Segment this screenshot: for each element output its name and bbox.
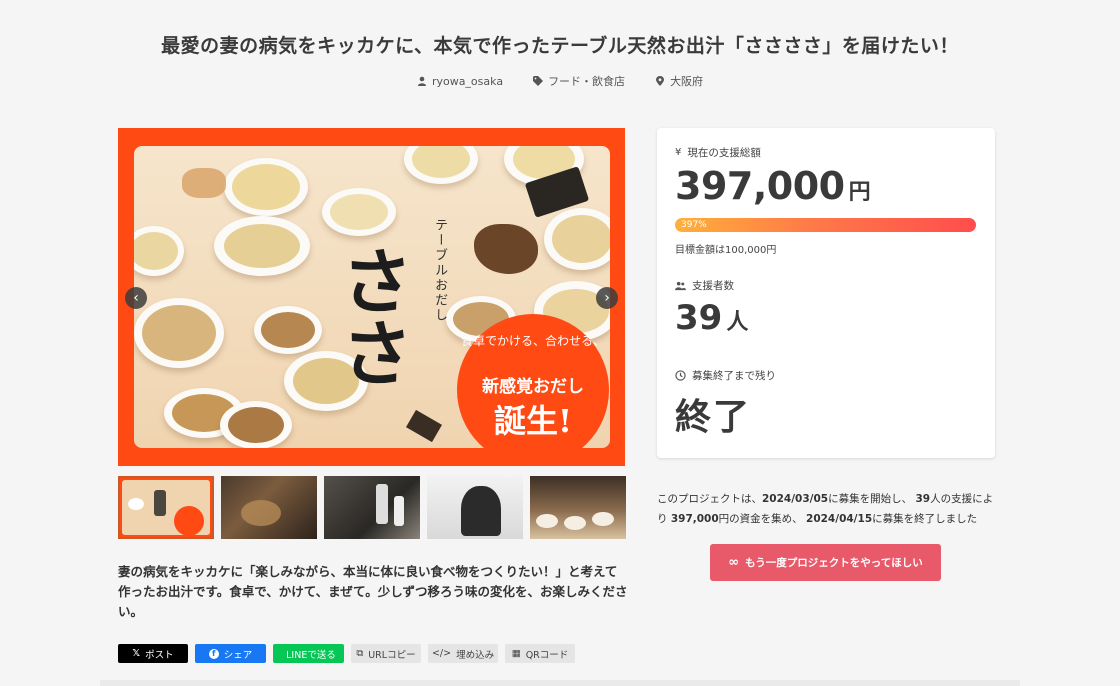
backers-label-text: 支援者数 bbox=[692, 280, 734, 292]
users-icon bbox=[675, 281, 686, 291]
category-name: フード・飲食店 bbox=[548, 75, 626, 88]
remaining-label: 募集終了まで残り bbox=[675, 368, 776, 383]
share-x-button[interactable]: 𝕏 ポスト bbox=[118, 644, 188, 663]
badge-line2: 新感覚おだし bbox=[482, 377, 584, 397]
share-facebook-label: シェア bbox=[223, 649, 253, 661]
backers-count-value: 39 bbox=[675, 298, 723, 338]
qr-code-label: QRコード bbox=[525, 649, 569, 661]
funding-progress-bar: 397% bbox=[675, 218, 976, 232]
brand-subtitle: テーブルおだし bbox=[432, 218, 447, 323]
embed-button[interactable]: </> 埋め込み bbox=[428, 644, 498, 663]
share-x-label: ポスト bbox=[145, 649, 174, 661]
summary-start-date: 2024/03/05 bbox=[762, 493, 829, 505]
x-logo-icon: 𝕏 bbox=[132, 648, 141, 659]
request-again-button[interactable]: ∞ もう一度プロジェクトをやってほしい bbox=[710, 544, 941, 581]
next-slide-button[interactable]: › bbox=[596, 287, 618, 309]
badge-line3: 誕生! bbox=[493, 402, 573, 440]
cup-image bbox=[220, 401, 292, 448]
qr-code-button[interactable]: ▦ QRコード bbox=[505, 644, 575, 663]
brand-title: ささ bbox=[328, 244, 414, 388]
share-line-button[interactable]: LINEで送る bbox=[273, 644, 344, 663]
chevron-right-icon: › bbox=[604, 290, 610, 306]
thumbnail-3[interactable] bbox=[324, 476, 420, 539]
thumbnail-strip bbox=[118, 476, 626, 539]
project-summary: このプロジェクトは、2024/03/05に募集を開始し、 39人の支援により 3… bbox=[657, 489, 1002, 529]
page-title: 最愛の妻の病気をキッカケに、本気で作ったテーブル天然お出汁「ささささ」を届けたい… bbox=[161, 35, 959, 57]
total-amount: 397,000 円 bbox=[675, 164, 871, 208]
user-icon bbox=[417, 76, 426, 86]
cup-image bbox=[134, 226, 184, 276]
project-lead-text: 妻の病気をキッカケに「楽しみながら、本当に体に良い食べ物をつくりたい！」と考えて… bbox=[118, 564, 628, 619]
summary-text: に募集を開始し、 bbox=[828, 493, 913, 505]
thumbnail-2[interactable] bbox=[221, 476, 317, 539]
cup-image bbox=[214, 216, 310, 276]
bonito-flakes-image bbox=[182, 168, 226, 198]
progress-percent: 397% bbox=[681, 220, 707, 230]
qr-code-icon: ▦ bbox=[511, 648, 521, 659]
clock-icon bbox=[675, 370, 686, 381]
cup-image bbox=[404, 146, 478, 184]
request-again-label: もう一度プロジェクトをやってほしい bbox=[745, 557, 923, 569]
funding-stats-card: ¥ 現在の支援総額 397,000 円 397% 目標金額は100,000円 支援… bbox=[657, 128, 995, 458]
location-pin-icon bbox=[656, 76, 665, 86]
author-name: ryowa_osaka bbox=[431, 74, 504, 88]
category-link[interactable]: フード・飲食店 bbox=[533, 73, 625, 89]
progress-fill bbox=[675, 218, 976, 232]
url-copy-button[interactable]: ⧉ URLコピー bbox=[351, 644, 421, 663]
project-meta: ryowa_osaka フード・飲食店 大阪府 bbox=[0, 73, 1120, 89]
shiitake-image bbox=[474, 224, 538, 274]
summary-backers: 39 bbox=[915, 493, 931, 505]
summary-text: このプロジェクトは、 bbox=[657, 493, 762, 505]
summary-amount: 397,000 bbox=[670, 513, 719, 525]
goal-amount: 目標金額は100,000円 bbox=[675, 245, 777, 256]
sasasa-brand-logo: テーブルおだし ささ bbox=[328, 216, 454, 406]
summary-end-date: 2024/04/15 bbox=[806, 513, 873, 525]
share-line-label: LINEで送る bbox=[286, 649, 336, 661]
total-label-text: 現在の支援総額 bbox=[687, 147, 761, 159]
prev-slide-button[interactable]: ‹ bbox=[125, 287, 147, 309]
backers-count: 39 人 bbox=[675, 298, 748, 338]
total-label: ¥ 現在の支援総額 bbox=[675, 145, 761, 160]
share-facebook-button[interactable]: f シェア bbox=[195, 644, 266, 663]
summary-text: に募集を終了しました bbox=[872, 513, 978, 525]
thumbnail-5[interactable] bbox=[530, 476, 626, 539]
main-project-image[interactable]: テーブルおだし ささ 食卓でかける、合わせる、 新感覚おだし 誕生! bbox=[118, 128, 625, 466]
cup-image bbox=[254, 306, 322, 354]
kombu-image bbox=[406, 409, 442, 443]
backers-label: 支援者数 bbox=[675, 278, 734, 293]
infinity-icon: ∞ bbox=[728, 555, 740, 570]
copy-icon: ⧉ bbox=[356, 648, 364, 659]
tag-icon bbox=[533, 76, 544, 86]
badge-line1: 食卓でかける、合わせる、 bbox=[460, 334, 605, 348]
summary-text: 円の資金を集め、 bbox=[718, 513, 803, 525]
facebook-icon: f bbox=[208, 648, 219, 659]
chevron-left-icon: ‹ bbox=[133, 290, 139, 306]
cup-image bbox=[134, 298, 224, 368]
remaining-label-text: 募集終了まで残り bbox=[692, 370, 776, 382]
code-icon: </> bbox=[431, 648, 452, 659]
share-buttons: 𝕏 ポスト f シェア LINEで送る ⧉ URLコピー </> 埋め込み ▦ … bbox=[118, 644, 575, 663]
embed-label: 埋め込み bbox=[456, 649, 495, 661]
author-link[interactable]: ryowa_osaka bbox=[417, 73, 503, 89]
cup-image bbox=[544, 208, 610, 270]
yen-icon: ¥ bbox=[675, 147, 682, 158]
location-name: 大阪府 bbox=[670, 75, 704, 88]
backers-count-unit: 人 bbox=[726, 310, 749, 335]
thumbnail-1[interactable] bbox=[118, 476, 214, 539]
total-amount-unit: 円 bbox=[848, 180, 871, 205]
content-divider bbox=[100, 680, 1020, 686]
new-dashi-badge: 食卓でかける、合わせる、 新感覚おだし 誕生! bbox=[457, 314, 609, 466]
location-link[interactable]: 大阪府 bbox=[655, 73, 703, 89]
cup-image bbox=[224, 158, 308, 216]
url-copy-label: URLコピー bbox=[368, 649, 416, 661]
total-amount-value: 397,000 bbox=[675, 164, 845, 208]
thumbnail-4[interactable] bbox=[427, 476, 523, 539]
remaining-value: 終了 bbox=[675, 397, 752, 438]
